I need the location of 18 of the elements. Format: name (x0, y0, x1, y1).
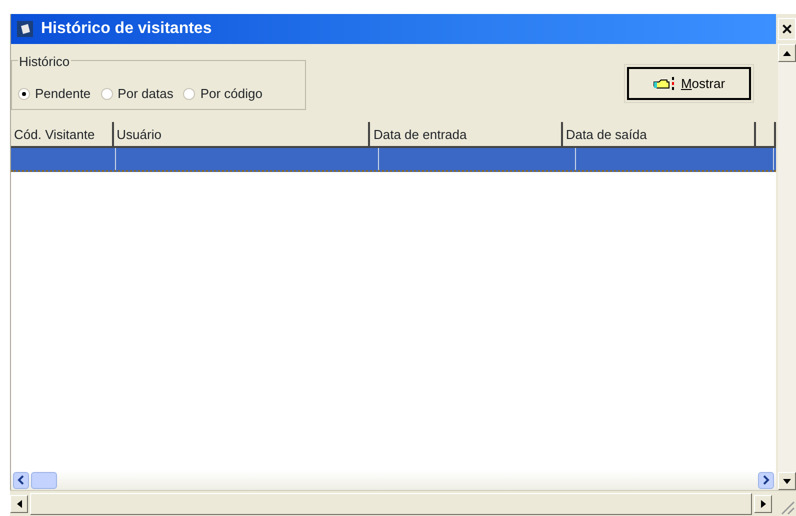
column-header[interactable]: Data de saída (562, 122, 756, 146)
show-button[interactable]: Mostrar (627, 67, 751, 100)
pointing-hand-icon (652, 76, 677, 92)
scroll-left-icon[interactable] (13, 472, 29, 488)
scroll-thumb[interactable] (31, 472, 57, 488)
radio-option[interactable]: Por datas (100, 79, 174, 109)
column-header[interactable]: Cód. Visitante (11, 122, 114, 146)
window-title: Histórico de visitantes (41, 19, 212, 39)
close-button[interactable]: × (778, 18, 796, 40)
radio-option[interactable]: Por código (183, 79, 262, 109)
scroll-track[interactable] (30, 492, 752, 514)
app-icon (17, 21, 33, 37)
scroll-up-icon[interactable] (778, 44, 796, 62)
column-header[interactable]: Data de entrada (370, 122, 563, 146)
radio-option[interactable]: Pendente (18, 79, 91, 109)
scroll-down-icon[interactable] (778, 472, 796, 490)
column-header[interactable]: Usuário (114, 122, 370, 146)
scroll-right-icon[interactable] (758, 472, 774, 488)
